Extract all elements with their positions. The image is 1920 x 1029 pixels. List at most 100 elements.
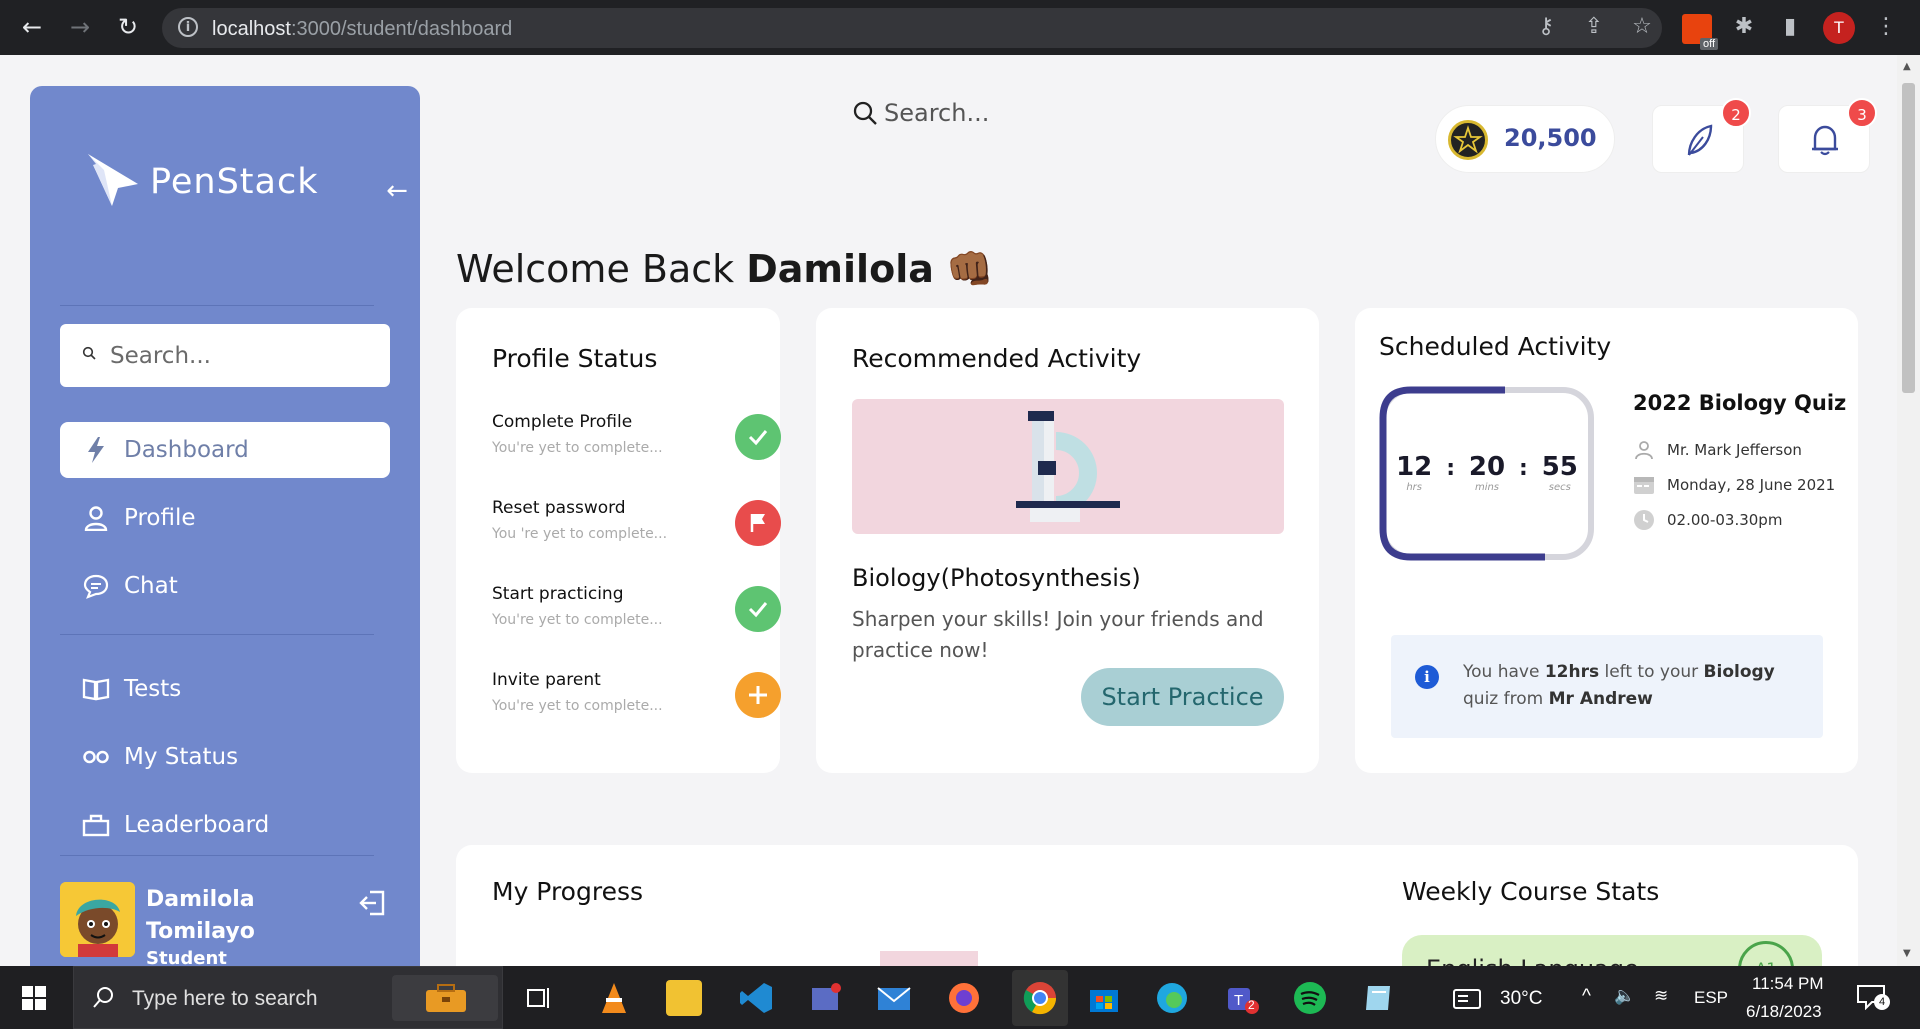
search-icon (93, 987, 113, 1008)
chat-icon (82, 572, 110, 600)
coin-icon (1448, 120, 1488, 160)
file-explorer-icon[interactable] (666, 980, 702, 1016)
top-search (852, 93, 1152, 133)
briefcase-icon (426, 984, 466, 1012)
sidebar-item-label: Dashboard (124, 437, 249, 463)
profile-avatar[interactable]: T (1823, 12, 1855, 44)
puzzle-icon[interactable]: ✱ (1730, 14, 1758, 40)
windows-start-icon[interactable] (22, 986, 46, 1010)
side-panel-icon[interactable]: ▮ (1776, 14, 1804, 40)
logout-icon[interactable] (358, 888, 388, 918)
profile-status-item[interactable]: Invite parent You're yet to complete... (492, 670, 781, 732)
fist-emoji: 👊🏾 (945, 247, 994, 291)
sidebar-item-tests[interactable]: Tests (60, 661, 390, 717)
extension-icon[interactable]: off (1682, 14, 1718, 50)
wifi-icon[interactable]: ≋ (1654, 986, 1668, 1006)
collapse-sidebar-icon[interactable]: ← (382, 176, 412, 206)
notifications-icon[interactable]: 4 (1856, 984, 1890, 1011)
profile-status-card: Profile Status Complete Profile You're y… (456, 308, 781, 773)
mail-icon[interactable] (876, 980, 912, 1016)
bookmark-star-icon[interactable]: ☆ (1628, 14, 1656, 40)
clock-time[interactable]: 11:54 PM (1752, 974, 1824, 994)
bell-badge: 3 (1847, 98, 1877, 128)
sidebar-item-my-status[interactable]: My Status (60, 729, 390, 785)
scroll-thumb[interactable] (1902, 83, 1915, 393)
quiz-time: 02.00-03.30pm (1667, 511, 1783, 529)
site-info-icon[interactable]: i (178, 17, 198, 37)
share-icon[interactable]: ⇪ (1580, 14, 1608, 40)
weather-temp[interactable]: 30°C (1500, 988, 1542, 1010)
sidebar-item-profile[interactable]: Profile (60, 490, 390, 546)
course-stat-card[interactable]: English Language A1 (1402, 935, 1822, 966)
sidebar-item-dashboard[interactable]: Dashboard (60, 422, 390, 478)
course-grade: A1 (1738, 941, 1794, 966)
vlc-icon[interactable] (596, 980, 632, 1016)
check-icon (735, 586, 781, 632)
back-icon[interactable]: ← (17, 12, 47, 42)
timer-minutes: 20 (1468, 452, 1506, 482)
sidebar-item-chat[interactable]: Chat (60, 558, 390, 614)
sidebar-item-leaderboard[interactable]: Leaderboard (60, 797, 390, 853)
spotify-icon[interactable] (1292, 980, 1328, 1016)
feather-button[interactable]: 2 (1652, 98, 1751, 173)
reload-icon[interactable]: ↻ (113, 12, 143, 42)
url-path: :3000/student/dashboard (290, 18, 513, 40)
top-search-input[interactable] (884, 99, 1134, 127)
notepad-icon[interactable] (1360, 980, 1396, 1016)
weather-icon (1453, 989, 1481, 1009)
timer-hours-label: hrs (1406, 482, 1423, 493)
briefcase-icon (82, 811, 110, 839)
feather-icon (1687, 124, 1713, 156)
microsoft-store-icon[interactable] (1086, 980, 1122, 1016)
vscode-icon[interactable] (738, 980, 774, 1016)
timer-hours: 12 (1396, 452, 1433, 482)
course-name: English Language (1426, 955, 1639, 966)
timer-separator: : (1446, 456, 1455, 481)
task-view-icon[interactable] (522, 980, 558, 1016)
item-title: Start practicing (492, 584, 624, 604)
start-practice-button[interactable]: Start Practice (1081, 668, 1284, 726)
welcome-heading: Welcome Back Damilola 👊🏾 (456, 247, 993, 292)
edge-icon[interactable] (1154, 980, 1190, 1016)
infinity-icon (82, 743, 110, 771)
page-scrollbar[interactable]: ▲ ▼ (1897, 55, 1920, 966)
app-name: PenStack (150, 162, 319, 202)
firefox-icon[interactable] (946, 980, 982, 1016)
volume-icon[interactable]: 🔈 (1614, 986, 1635, 1006)
profile-status-item[interactable]: Complete Profile You're yet to complete.… (492, 412, 781, 474)
tray-chevron-icon[interactable]: ^ (1582, 986, 1591, 1008)
person-icon (1633, 439, 1655, 461)
notifications-button[interactable]: 3 (1778, 98, 1877, 173)
info-icon: i (1415, 665, 1439, 689)
sidebar-item-label: My Status (124, 744, 239, 770)
menu-kebab-icon[interactable]: ⋮ (1872, 14, 1900, 40)
coin-balance[interactable]: 20,500 (1435, 105, 1615, 173)
coin-amount: 20,500 (1504, 124, 1597, 152)
item-title: Complete Profile (492, 412, 633, 432)
logo[interactable]: PenStack (82, 150, 318, 214)
profile-status-item[interactable]: Start practicing You're yet to complete.… (492, 584, 781, 646)
taskbar-search[interactable]: Type here to search (73, 966, 503, 1029)
clock-date[interactable]: 6/18/2023 (1746, 1002, 1822, 1022)
app-icon[interactable] (808, 980, 844, 1016)
avatar[interactable] (60, 882, 135, 957)
forward-icon[interactable]: → (65, 12, 95, 42)
teams-icon[interactable]: T2 (1224, 980, 1260, 1016)
sidebar-item-label: Chat (124, 573, 178, 599)
feather-badge: 2 (1721, 98, 1751, 128)
sidebar-search-input[interactable] (110, 336, 370, 376)
browser-toolbar: ← → ↻ i localhost:3000/student/dashboard… (0, 0, 1920, 55)
weekly-title: Weekly Course Stats (1402, 877, 1660, 906)
timer-seconds: 55 (1541, 452, 1578, 482)
chrome-icon[interactable] (1012, 970, 1068, 1026)
key-icon[interactable]: ⚷ (1532, 14, 1560, 40)
profile-status-item[interactable]: Reset password You 're yet to complete..… (492, 498, 781, 560)
card-title: Profile Status (492, 344, 658, 373)
url-host: localhost (212, 18, 291, 40)
input-language[interactable]: ESP (1694, 988, 1728, 1008)
activity-description: Sharpen your skills! Join your friends a… (852, 607, 1264, 662)
progress-card: My Progress Weekly Course Stats English … (456, 845, 1858, 966)
item-subtitle: You're yet to complete... (492, 440, 663, 456)
sidebar-item-label: Leaderboard (124, 812, 270, 838)
address-bar[interactable]: i localhost:3000/student/dashboard ⚷ ⇪ ☆ (162, 8, 1662, 48)
